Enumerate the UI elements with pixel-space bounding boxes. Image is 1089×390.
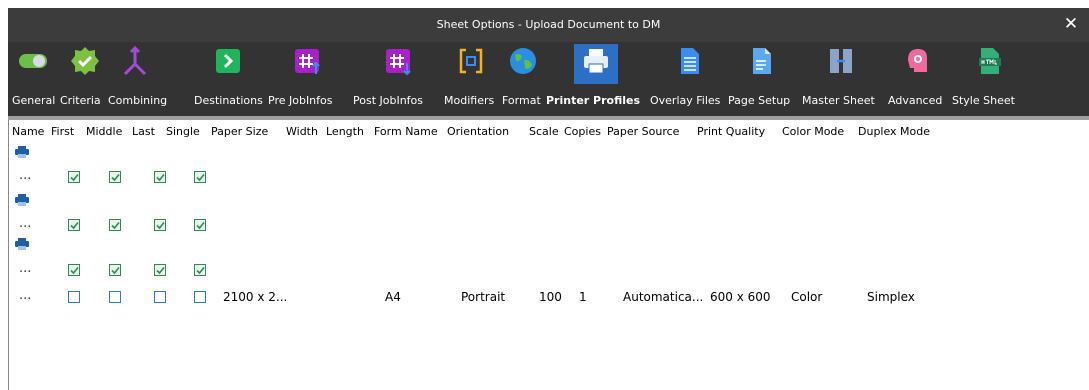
printer-icon xyxy=(15,238,29,250)
tab-overlay-files-label: Overlay Files xyxy=(650,94,721,107)
column-header-print-quality[interactable]: Print Quality xyxy=(694,120,779,144)
tab-page-setup-label: Page Setup xyxy=(728,94,791,107)
duplex-mode-cell[interactable]: Simplex xyxy=(867,290,915,304)
printer-icon xyxy=(15,194,29,206)
middle-checkbox[interactable] xyxy=(109,171,121,183)
head-gear-icon xyxy=(908,49,928,72)
column-header-name[interactable]: Name xyxy=(9,120,48,144)
tab-style-sheet[interactable]: Style Sheet xyxy=(952,42,1024,116)
tab-pre-jobinfos[interactable]: Pre JobInfos xyxy=(268,42,338,116)
column-header-first[interactable]: First xyxy=(48,120,83,144)
orientation-cell[interactable]: Portrait xyxy=(461,290,505,304)
column-header-single[interactable]: Single xyxy=(163,120,208,144)
merge-arrows-icon xyxy=(123,46,147,76)
tab-post-jobinfos[interactable]: Post JobInfos xyxy=(353,42,431,116)
column-header-orientation[interactable]: Orientation xyxy=(444,120,526,144)
last-checkbox[interactable] xyxy=(154,291,166,303)
column-header-form-name[interactable]: Form Name xyxy=(371,120,444,144)
print-quality-cell[interactable]: 600 x 600 xyxy=(710,290,771,304)
copies-cell[interactable]: 1 xyxy=(579,290,587,304)
single-checkbox[interactable] xyxy=(194,171,206,183)
row-name-ellipsis[interactable]: ... xyxy=(19,168,31,183)
tab-destinations-label: Destinations xyxy=(194,94,263,107)
printer-icon xyxy=(15,146,29,158)
column-header-length[interactable]: Length xyxy=(323,120,371,144)
tab-advanced[interactable]: Advanced xyxy=(888,42,948,116)
hash-up-icon xyxy=(295,49,320,74)
first-checkbox[interactable] xyxy=(68,291,80,303)
last-checkbox[interactable] xyxy=(154,264,166,276)
tab-format-label: Format xyxy=(502,94,541,107)
toggle-icon xyxy=(19,54,47,68)
last-checkbox[interactable] xyxy=(154,219,166,231)
paper-size-cell[interactable]: 2100 x 2... xyxy=(223,290,287,304)
tab-criteria[interactable]: Criteria xyxy=(60,42,105,116)
toolbar: General Criteria Combining Destinations xyxy=(8,42,1089,116)
middle-checkbox[interactable] xyxy=(109,219,121,231)
tab-advanced-label: Advanced xyxy=(888,94,943,107)
column-header-last[interactable]: Last xyxy=(129,120,163,144)
column-header-color-mode[interactable]: Color Mode xyxy=(779,120,855,144)
tab-page-setup[interactable]: Page Setup xyxy=(728,42,794,116)
tab-printer-profiles-label: Printer Profiles xyxy=(546,94,641,107)
printer-profiles-grid: Name First Middle Last Single Paper Size… xyxy=(8,120,1089,390)
tab-destinations[interactable]: Destinations xyxy=(194,42,264,116)
master-sheet-icon xyxy=(830,49,852,73)
arrow-box-icon xyxy=(216,49,240,73)
tab-modifiers-label: Modifiers xyxy=(444,94,495,107)
column-header-paper-source[interactable]: Paper Source xyxy=(604,120,694,144)
form-name-cell[interactable]: A4 xyxy=(385,290,401,304)
single-checkbox[interactable] xyxy=(194,219,206,231)
row-name-ellipsis[interactable]: ... xyxy=(19,216,31,231)
tab-master-sheet[interactable]: Master Sheet xyxy=(802,42,880,116)
html-file-icon xyxy=(979,48,1001,74)
single-checkbox[interactable] xyxy=(194,291,206,303)
color-mode-cell[interactable]: Color xyxy=(791,290,822,304)
paper-source-cell[interactable]: Automatica... xyxy=(623,290,703,304)
tab-criteria-label: Criteria xyxy=(60,94,101,107)
tab-format[interactable]: Format xyxy=(502,42,542,116)
tab-combining[interactable]: Combining xyxy=(108,42,168,116)
first-checkbox[interactable] xyxy=(68,219,80,231)
tab-master-sheet-label: Master Sheet xyxy=(802,94,875,107)
tab-pre-jobinfos-label: Pre JobInfos xyxy=(268,94,333,107)
column-header-paper-size[interactable]: Paper Size xyxy=(208,120,283,144)
middle-checkbox[interactable] xyxy=(109,291,121,303)
top-strip xyxy=(0,0,1089,7)
grid-header: Name First Middle Last Single Paper Size… xyxy=(9,120,1089,144)
close-icon[interactable]: ✕ xyxy=(1061,14,1081,34)
column-header-scale[interactable]: Scale xyxy=(526,120,561,144)
column-header-width[interactable]: Width xyxy=(283,120,323,144)
tab-modifiers[interactable]: Modifiers xyxy=(444,42,500,116)
tab-style-sheet-label: Style Sheet xyxy=(952,94,1015,107)
document-icon xyxy=(681,48,699,74)
tab-printer-profiles[interactable]: Printer Profiles xyxy=(546,42,648,116)
printer-icon xyxy=(584,49,608,74)
sheet-options-window: Sheet Options - Upload Document to DM ✕ … xyxy=(0,0,1089,390)
scale-cell[interactable]: 100 xyxy=(539,290,562,304)
brackets-icon xyxy=(459,48,483,74)
single-checkbox[interactable] xyxy=(194,264,206,276)
last-checkbox[interactable] xyxy=(154,171,166,183)
tab-general[interactable]: General xyxy=(12,42,57,116)
column-header-middle[interactable]: Middle xyxy=(83,120,129,144)
row-name-ellipsis[interactable]: ... xyxy=(19,261,31,276)
check-badge-icon xyxy=(71,47,99,75)
title-bar: Sheet Options - Upload Document to DM ✕ xyxy=(8,8,1089,42)
tab-post-jobinfos-label: Post JobInfos xyxy=(353,94,424,107)
tab-general-label: General xyxy=(12,94,56,107)
hash-down-icon xyxy=(386,49,411,76)
row-name-ellipsis[interactable]: ... xyxy=(19,288,31,303)
column-header-duplex-mode[interactable]: Duplex Mode xyxy=(855,120,965,144)
page-icon xyxy=(753,48,771,74)
tab-overlay-files[interactable]: Overlay Files xyxy=(650,42,724,116)
column-header-copies[interactable]: Copies xyxy=(561,120,604,144)
tab-combining-label: Combining xyxy=(108,94,168,107)
first-checkbox[interactable] xyxy=(68,171,80,183)
first-checkbox[interactable] xyxy=(68,264,80,276)
middle-checkbox[interactable] xyxy=(109,264,121,276)
window-title: Sheet Options - Upload Document to DM xyxy=(436,18,661,31)
globe-icon xyxy=(510,48,536,74)
